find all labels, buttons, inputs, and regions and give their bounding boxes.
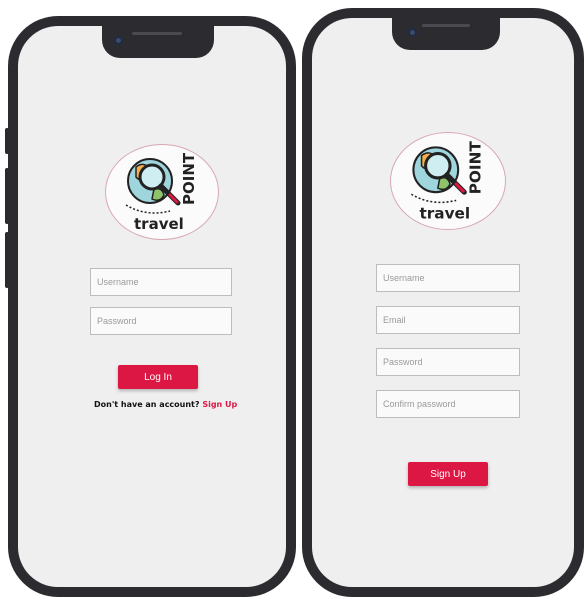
phone-signup: POINT travel Sign Up — [302, 8, 584, 597]
speaker-grille — [132, 32, 182, 35]
logo-travel-text: travel — [134, 215, 184, 233]
logo-point-text: POINT — [467, 141, 485, 195]
signup-link[interactable]: Sign Up — [202, 400, 237, 409]
confirm-password-input[interactable] — [376, 390, 520, 418]
speaker-grille — [422, 24, 470, 27]
username-input[interactable] — [90, 268, 232, 296]
signup-prompt: Don't have an account? Sign Up — [94, 400, 237, 409]
travel-point-logo: POINT travel — [390, 132, 506, 230]
signup-screen: POINT travel Sign Up — [312, 18, 574, 587]
front-camera — [114, 36, 123, 45]
login-button[interactable]: Log In — [118, 365, 198, 389]
email-input[interactable] — [376, 306, 520, 334]
no-account-text: Don't have an account? — [94, 400, 200, 409]
login-screen: POINT travel Log In Don't have an accoun… — [18, 26, 286, 587]
username-input[interactable] — [376, 264, 520, 292]
signup-button[interactable]: Sign Up — [408, 462, 488, 486]
globe-magnifier-icon: POINT travel — [125, 152, 198, 233]
phone-login: POINT travel Log In Don't have an accoun… — [5, 16, 296, 597]
password-input[interactable] — [376, 348, 520, 376]
logo-travel-text: travel — [420, 205, 471, 223]
travel-point-logo: POINT travel — [105, 144, 219, 240]
front-camera — [408, 28, 417, 37]
password-input[interactable] — [90, 307, 232, 335]
globe-magnifier-icon: POINT travel — [410, 141, 485, 223]
logo-point-text: POINT — [180, 152, 198, 205]
